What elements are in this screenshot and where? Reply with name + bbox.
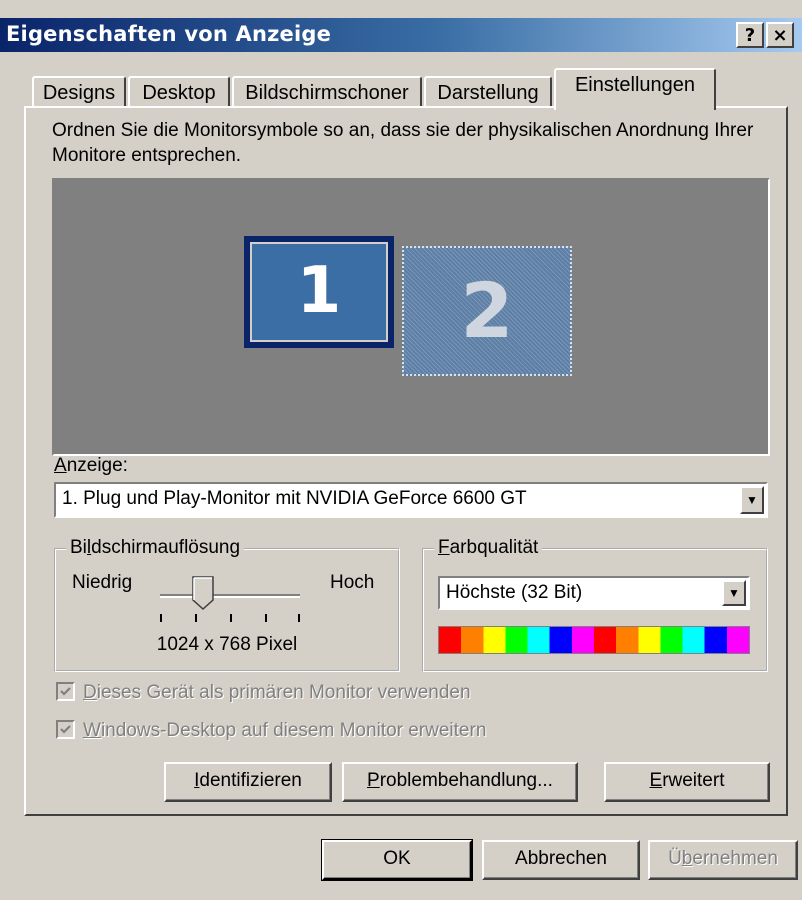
resolution-group-label: Bildschirmauflösung xyxy=(66,538,245,558)
color-quality-value: Höchste (32 Bit) xyxy=(446,582,583,603)
resolution-group: Bildschirmauflösung Niedrig Hoch 1024 x … xyxy=(54,538,400,672)
help-button[interactable]: ? xyxy=(736,22,764,48)
color-spectrum-preview xyxy=(438,626,750,654)
slider-tick xyxy=(160,614,162,622)
troubleshoot-button[interactable]: Problembehandlung... xyxy=(342,762,578,802)
apply-button[interactable]: Übernehmen xyxy=(648,840,798,880)
checkbox-checked-icon xyxy=(56,720,75,739)
monitor-1-icon[interactable]: 1 xyxy=(244,236,394,348)
slider-tick xyxy=(298,614,300,622)
advanced-button[interactable]: Erweitert xyxy=(604,762,770,802)
monitor-arrangement-area: 1 2 xyxy=(52,178,770,456)
tab-bildschirmschoner[interactable]: Bildschirmschoner xyxy=(232,76,422,108)
extend-desktop-label: Windows-Desktop auf diesem Monitor erwei… xyxy=(83,720,487,741)
extend-desktop-checkbox[interactable]: Windows-Desktop auf diesem Monitor erwei… xyxy=(56,720,486,742)
window-title: Eigenschaften von Anzeige xyxy=(6,22,332,46)
tab-designs[interactable]: Designs xyxy=(32,76,126,108)
instruction-text: Ordnen Sie die Monitorsymbole so an, das… xyxy=(52,120,754,166)
chevron-down-icon[interactable]: ▼ xyxy=(740,486,764,514)
monitor-1-label: 1 xyxy=(250,242,388,342)
slider-low-label: Niedrig xyxy=(72,572,133,593)
cancel-button[interactable]: Abbrechen xyxy=(482,840,640,880)
slider-high-label: Hoch xyxy=(330,572,375,593)
color-quality-group: Farbqualität Höchste (32 Bit) ▼ xyxy=(422,538,768,672)
display-label: Anzeige: xyxy=(54,455,128,476)
chevron-down-icon[interactable]: ▼ xyxy=(722,580,746,606)
color-quality-select[interactable]: Höchste (32 Bit) ▼ xyxy=(438,576,750,610)
display-select[interactable]: 1. Plug und Play-Monitor mit NVIDIA GeFo… xyxy=(54,482,768,518)
primary-monitor-checkbox[interactable]: Dieses Gerät als primären Monitor verwen… xyxy=(56,682,471,704)
slider-tick xyxy=(265,614,267,622)
color-quality-group-label: Farbqualität xyxy=(434,538,543,558)
resolution-slider-track[interactable] xyxy=(160,594,300,598)
resolution-slider-thumb[interactable] xyxy=(192,576,214,610)
resolution-value: 1024 x 768 Pixel xyxy=(156,634,298,655)
checkbox-checked-icon xyxy=(56,682,75,701)
title-bar[interactable]: Eigenschaften von Anzeige ? × xyxy=(0,18,802,52)
identify-button[interactable]: Identifizieren xyxy=(164,762,332,802)
tab-einstellungen[interactable]: Einstellungen xyxy=(554,68,716,110)
tab-darstellung[interactable]: Darstellung xyxy=(424,76,552,108)
slider-tick xyxy=(230,614,232,622)
slider-tick xyxy=(195,614,197,622)
tab-desktop[interactable]: Desktop xyxy=(128,76,230,108)
display-select-value: 1. Plug und Play-Monitor mit NVIDIA GeFo… xyxy=(62,488,527,509)
ok-button[interactable]: OK xyxy=(321,839,473,881)
primary-monitor-label: Dieses Gerät als primären Monitor verwen… xyxy=(83,682,471,703)
monitor-2-icon[interactable]: 2 xyxy=(402,246,572,376)
display-properties-window: Eigenschaften von Anzeige ? × Designs De… xyxy=(0,0,802,900)
close-button[interactable]: × xyxy=(766,22,794,48)
